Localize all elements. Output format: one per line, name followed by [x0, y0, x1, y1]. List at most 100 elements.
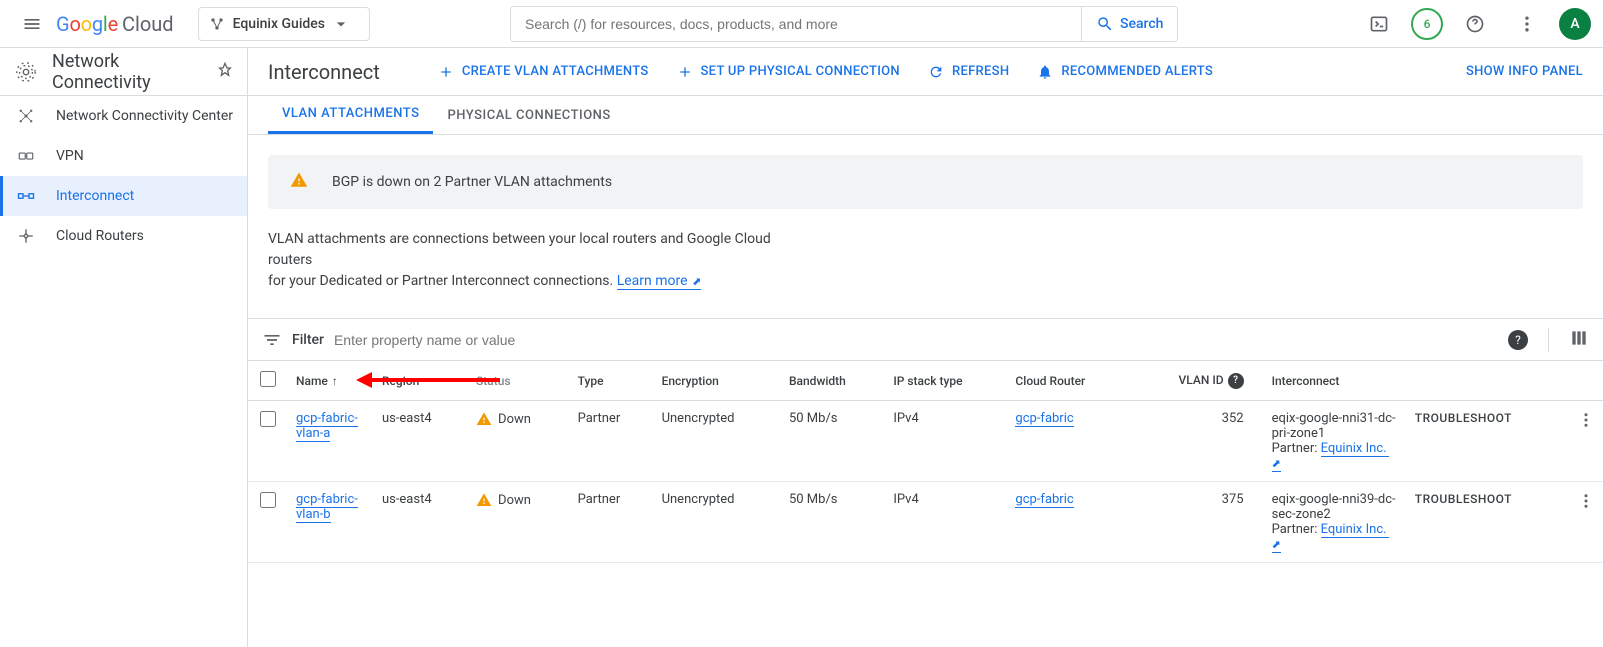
sidebar-item-label: Cloud Routers — [56, 228, 144, 244]
sort-asc-icon: ↑ — [332, 374, 338, 388]
sidebar-item-interconnect[interactable]: Interconnect — [0, 176, 247, 216]
col-region[interactable]: Region — [374, 361, 468, 401]
warning-icon — [476, 492, 492, 508]
col-type[interactable]: Type — [570, 361, 654, 401]
tabs: VLAN ATTACHMENTS PHYSICAL CONNECTIONS — [248, 96, 1603, 135]
divider — [1548, 328, 1549, 352]
row-more-icon[interactable] — [1569, 482, 1603, 563]
cell-ip-stack: IPv4 — [885, 401, 1007, 482]
filter-input[interactable] — [334, 332, 1508, 348]
main-layout: Network Connectivity Network Connectivit… — [0, 48, 1603, 647]
sidebar-item-label: Network Connectivity Center — [56, 108, 233, 124]
filter-icon[interactable] — [262, 330, 282, 350]
sidebar-item-label: VPN — [56, 148, 84, 164]
alert-message: BGP is down on 2 Partner VLAN attachment… — [332, 174, 612, 190]
refresh-button[interactable]: REFRESH — [928, 64, 1009, 80]
sidebar-item-label: Interconnect — [56, 188, 134, 204]
external-link-icon: ⬈ — [690, 275, 702, 288]
sidebar-header: Network Connectivity — [0, 48, 247, 96]
cell-interconnect: eqix-google-nni39-dc-sec-zone2 Partner: … — [1264, 482, 1407, 563]
cell-bandwidth: 50 Mb/s — [781, 401, 885, 482]
page-title: Interconnect — [268, 60, 380, 84]
row-more-icon[interactable] — [1569, 401, 1603, 482]
network-connectivity-icon — [14, 60, 38, 84]
vpn-icon — [14, 147, 38, 165]
table-row: gcp-fabric-vlan-b us-east4 Down Partner … — [248, 482, 1603, 563]
cell-encryption: Unencrypted — [654, 482, 781, 563]
recommended-alerts-button[interactable]: RECOMMENDED ALERTS — [1037, 64, 1213, 80]
cell-vlan-id: 375 — [1130, 482, 1263, 563]
cell-type: Partner — [570, 482, 654, 563]
troubleshoot-button[interactable]: TROUBLESHOOT — [1415, 411, 1512, 425]
router-icon — [14, 227, 38, 245]
help-icon[interactable]: ? — [1228, 373, 1244, 389]
refresh-icon — [928, 64, 944, 80]
row-checkbox[interactable] — [260, 492, 276, 508]
dropdown-icon — [331, 14, 351, 34]
cell-bandwidth: 50 Mb/s — [781, 482, 885, 563]
col-status[interactable]: Status — [468, 361, 570, 401]
help-icon[interactable] — [1455, 4, 1495, 44]
cloud-shell-icon[interactable] — [1359, 4, 1399, 44]
project-picker[interactable]: Equinix Guides — [198, 7, 370, 41]
columns-icon[interactable] — [1569, 328, 1589, 352]
row-checkbox[interactable] — [260, 411, 276, 427]
col-interconnect[interactable]: Interconnect — [1264, 361, 1407, 401]
alert-bar: BGP is down on 2 Partner VLAN attachment… — [268, 155, 1583, 209]
google-cloud-logo[interactable]: Google Cloud — [56, 12, 174, 36]
setup-physical-button[interactable]: SET UP PHYSICAL CONNECTION — [677, 64, 900, 80]
search-icon — [1096, 15, 1114, 33]
body-area: BGP is down on 2 Partner VLAN attachment… — [248, 135, 1603, 318]
description-text: VLAN attachments are connections between… — [268, 229, 788, 292]
cell-status: Down — [476, 411, 562, 427]
col-name[interactable]: Name↑ — [288, 361, 374, 401]
cell-vlan-id: 352 — [1130, 401, 1263, 482]
menu-icon[interactable] — [12, 4, 52, 44]
search-input[interactable] — [511, 16, 1081, 32]
vlan-name-link[interactable]: gcp-fabric-vlan-a — [296, 411, 358, 442]
cloud-router-link[interactable]: gcp-fabric — [1015, 411, 1073, 427]
learn-more-link[interactable]: Learn more ⬈ — [617, 273, 702, 290]
sidebar-item-cloud-routers[interactable]: Cloud Routers — [0, 216, 247, 256]
interconnect-icon — [14, 187, 38, 205]
col-encryption[interactable]: Encryption — [654, 361, 781, 401]
plus-icon — [438, 64, 454, 80]
external-link-icon: ⬈ — [1272, 538, 1281, 551]
cell-type: Partner — [570, 401, 654, 482]
table-row: gcp-fabric-vlan-a us-east4 Down Partner … — [248, 401, 1603, 482]
pin-icon[interactable] — [217, 62, 233, 82]
tab-vlan-attachments[interactable]: VLAN ATTACHMENTS — [268, 96, 433, 134]
sidebar-item-ncc[interactable]: Network Connectivity Center — [0, 96, 247, 136]
top-header: Google Cloud Equinix Guides Search 6 A — [0, 0, 1603, 48]
avatar[interactable]: A — [1559, 8, 1591, 40]
bell-icon — [1037, 64, 1053, 80]
vlan-name-link[interactable]: gcp-fabric-vlan-b — [296, 492, 358, 523]
content-header: Interconnect CREATE VLAN ATTACHMENTS SET… — [248, 48, 1603, 96]
filter-row: Filter ? — [248, 318, 1603, 360]
col-bandwidth[interactable]: Bandwidth — [781, 361, 885, 401]
tab-physical-connections[interactable]: PHYSICAL CONNECTIONS — [433, 96, 624, 134]
select-all-checkbox[interactable] — [260, 371, 276, 387]
warning-icon — [290, 171, 308, 193]
hub-icon — [14, 107, 38, 125]
col-vlan-id[interactable]: VLAN ID? — [1130, 361, 1263, 401]
warning-icon — [476, 411, 492, 427]
cell-ip-stack: IPv4 — [885, 482, 1007, 563]
help-icon[interactable]: ? — [1508, 330, 1528, 350]
filter-label: Filter — [292, 332, 324, 348]
cloud-router-link[interactable]: gcp-fabric — [1015, 492, 1073, 508]
cell-encryption: Unencrypted — [654, 401, 781, 482]
show-info-panel-button[interactable]: SHOW INFO PANEL — [1466, 64, 1583, 79]
search-button[interactable]: Search — [1081, 7, 1177, 41]
cell-interconnect: eqix-google-nni31-dc-pri-zone1 Partner: … — [1264, 401, 1407, 482]
col-ip-stack[interactable]: IP stack type — [885, 361, 1007, 401]
notifications-badge[interactable]: 6 — [1411, 8, 1443, 40]
troubleshoot-button[interactable]: TROUBLESHOOT — [1415, 492, 1512, 506]
more-icon[interactable] — [1507, 4, 1547, 44]
col-cloud-router[interactable]: Cloud Router — [1007, 361, 1130, 401]
sidebar-item-vpn[interactable]: VPN — [0, 136, 247, 176]
search-bar: Search — [510, 6, 1178, 42]
create-vlan-button[interactable]: CREATE VLAN ATTACHMENTS — [438, 64, 649, 80]
sidebar: Network Connectivity Network Connectivit… — [0, 48, 248, 647]
sidebar-title: Network Connectivity — [52, 51, 203, 93]
